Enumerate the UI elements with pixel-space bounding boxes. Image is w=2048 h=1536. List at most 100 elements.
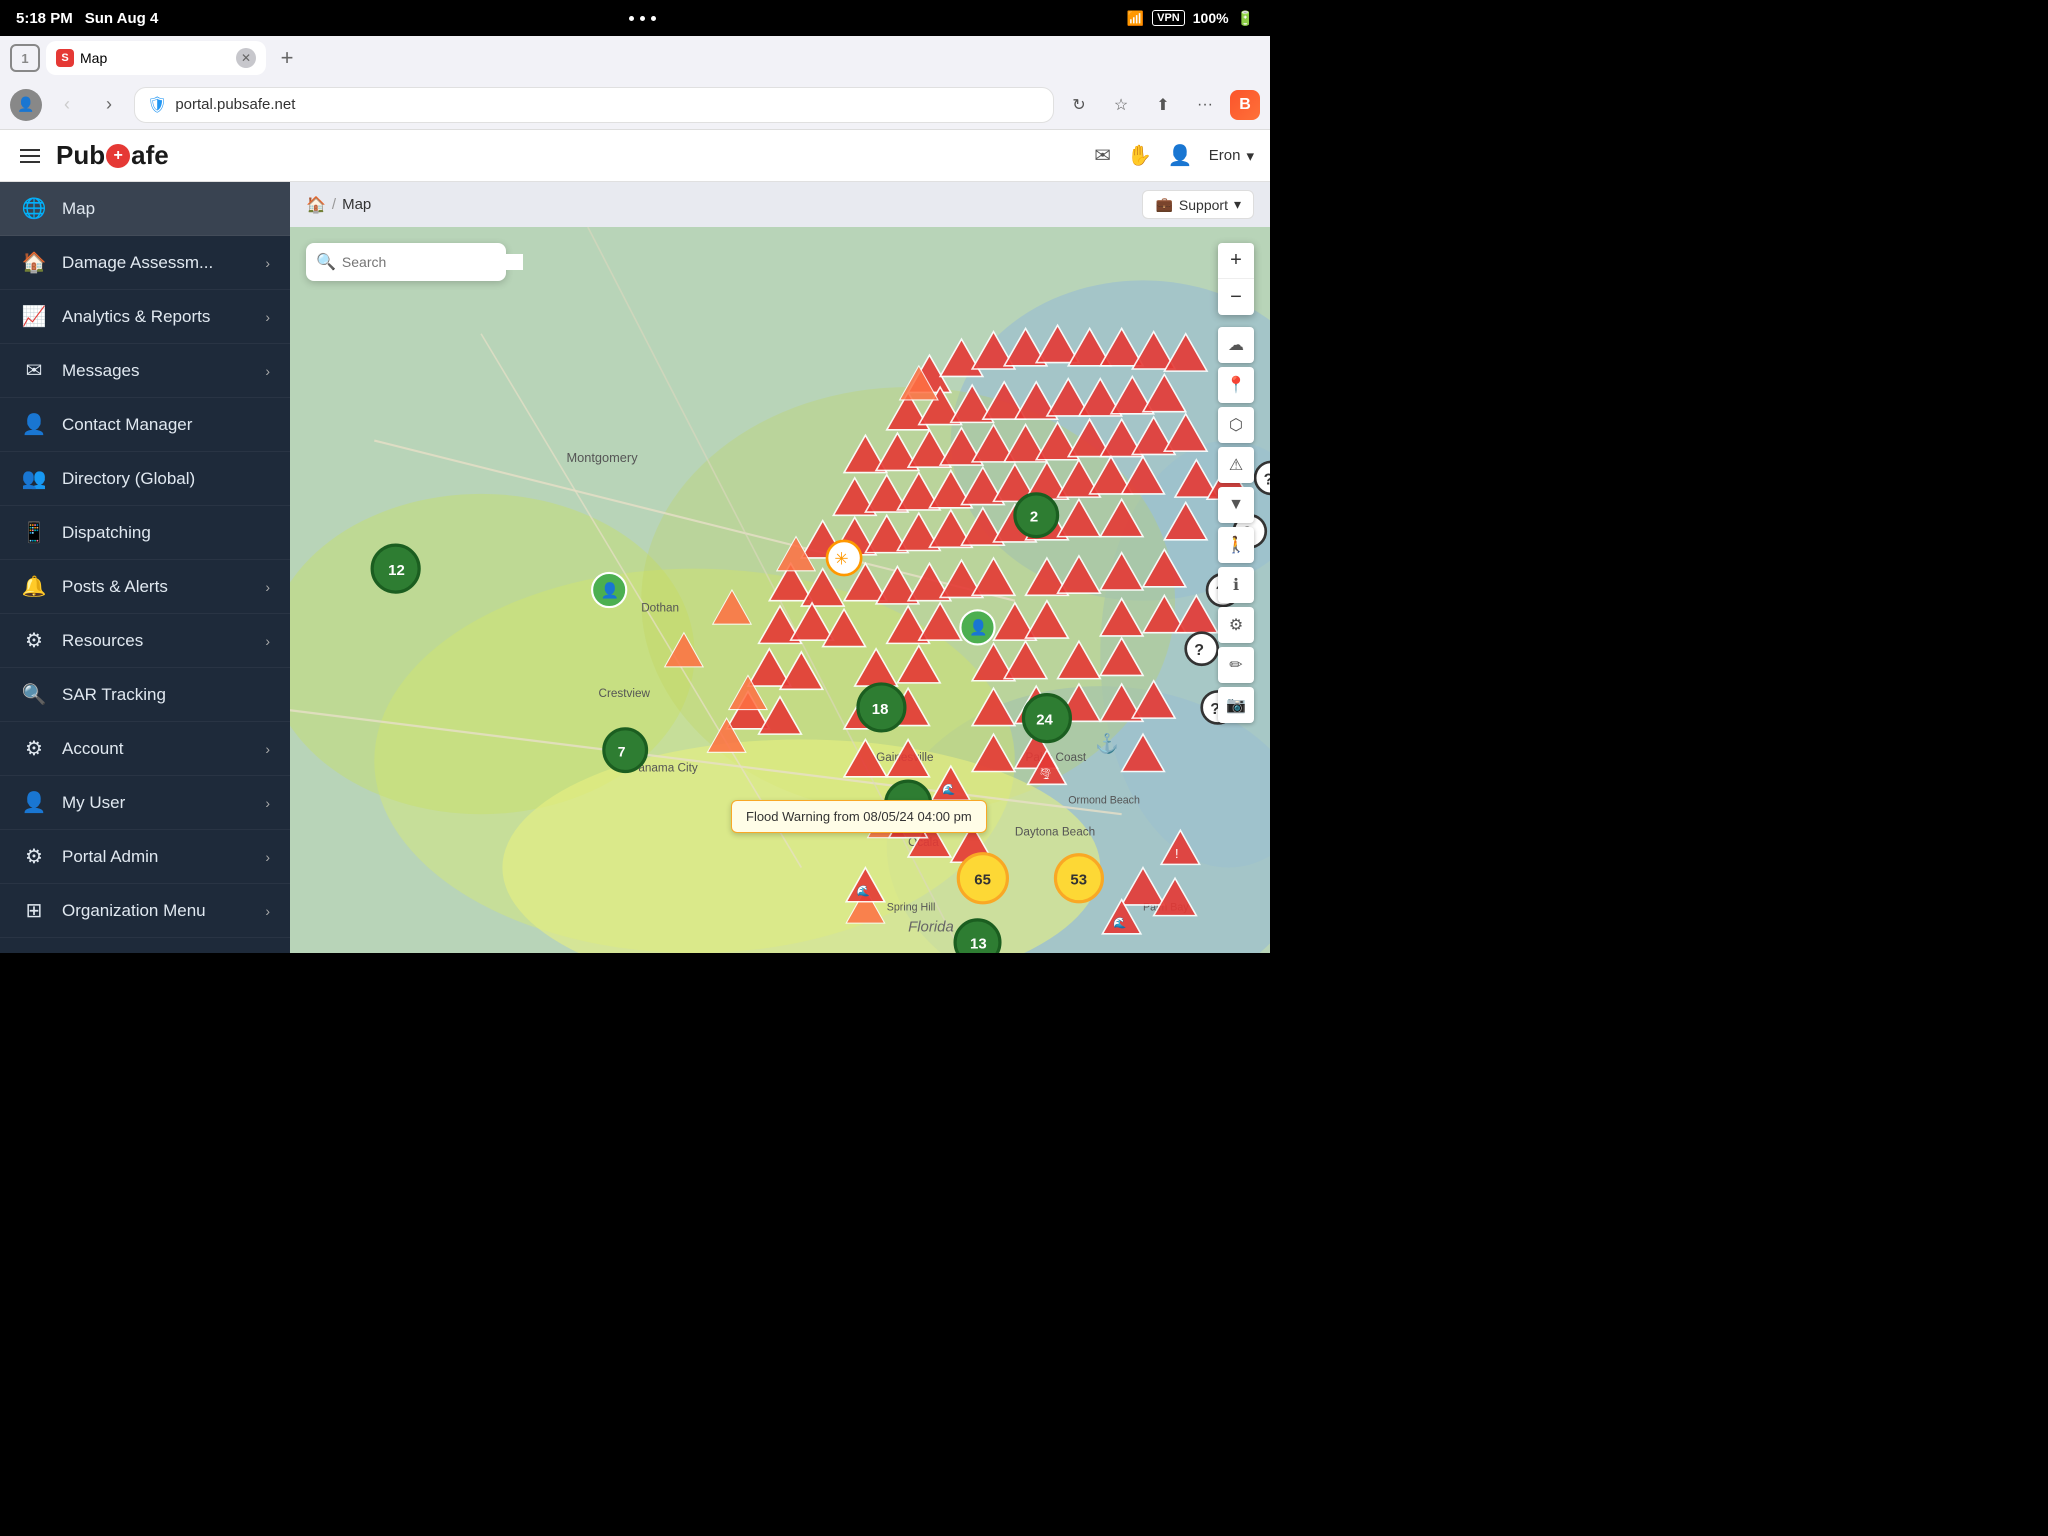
tool-button[interactable]: ✏ xyxy=(1218,647,1254,683)
arrow-icon-my-user: › xyxy=(265,795,270,811)
person-pin-button[interactable]: 📍 xyxy=(1218,367,1254,403)
settings-map-button[interactable]: ⚙ xyxy=(1218,607,1254,643)
map-wrapper[interactable]: Montgomery Dothan Crestview Panama City … xyxy=(290,227,1270,953)
app-header: Pub + afe ✉ ✋ 👤 Eron ▾ xyxy=(0,130,1270,182)
filter-button[interactable]: ▼ xyxy=(1218,487,1254,523)
sidebar-label-sar: SAR Tracking xyxy=(62,685,270,705)
map-search-input[interactable] xyxy=(342,254,523,270)
sidebar-item-analytics-reports[interactable]: 📈 Analytics & Reports › xyxy=(0,290,290,344)
sidebar-label-contact: Contact Manager xyxy=(62,415,270,435)
sidebar-item-account[interactable]: ⚙ Account › xyxy=(0,722,290,776)
sidebar-item-damage-assessment[interactable]: 🏠 Damage Assessm... › xyxy=(0,236,290,290)
info-button[interactable]: ℹ xyxy=(1218,567,1254,603)
user-menu[interactable]: Eron ▾ xyxy=(1209,147,1254,165)
user-icon[interactable]: 👤 xyxy=(1168,143,1193,168)
more-button[interactable]: ··· xyxy=(1188,88,1222,122)
sidebar-item-sar-tracking[interactable]: 🔍 SAR Tracking xyxy=(0,668,290,722)
breadcrumb-left: 🏠 / Map xyxy=(306,195,371,215)
support-dropdown-arrow: ▾ xyxy=(1234,196,1241,213)
hamburger-menu[interactable] xyxy=(16,145,44,167)
mail-icon[interactable]: ✉ xyxy=(1094,143,1111,168)
sidebar-label-portal-admin: Portal Admin xyxy=(62,847,251,867)
add-tab-button[interactable]: + xyxy=(272,43,302,73)
chart-icon: 📈 xyxy=(20,304,48,329)
vpn-badge: VPN xyxy=(1152,10,1185,26)
polygon-button[interactable]: ⬡ xyxy=(1218,407,1254,443)
sidebar-label-analytics: Analytics & Reports xyxy=(62,307,251,327)
svg-text:2: 2 xyxy=(1030,509,1038,526)
map-background: Montgomery Dothan Crestview Panama City … xyxy=(290,227,1270,953)
sidebar-label-map: Map xyxy=(62,199,270,219)
user-dropdown-arrow: ▾ xyxy=(1246,147,1254,165)
svg-text:Florida: Florida xyxy=(908,919,954,936)
svg-text:Daytona Beach: Daytona Beach xyxy=(1015,826,1095,839)
my-user-icon: 👤 xyxy=(20,790,48,815)
svg-text:18: 18 xyxy=(872,701,889,718)
contact-icon: 👤 xyxy=(20,412,48,437)
hand-icon[interactable]: ✋ xyxy=(1127,143,1152,168)
warning-layer-button[interactable]: ⚠ xyxy=(1218,447,1254,483)
user-avatar[interactable]: 👤 xyxy=(10,89,42,121)
map-search-icon: 🔍 xyxy=(316,252,336,272)
sidebar-item-directory-global[interactable]: 👥 Directory (Global) xyxy=(0,452,290,506)
support-button[interactable]: 💼 Support ▾ xyxy=(1142,190,1254,219)
battery-status: 100% xyxy=(1193,10,1229,26)
tab-close-button[interactable]: ✕ xyxy=(236,48,256,68)
sidebar-item-portal-admin[interactable]: ⚙ Portal Admin › xyxy=(0,830,290,884)
bookmark-button[interactable]: ☆ xyxy=(1104,88,1138,122)
battery-icon: 🔋 xyxy=(1237,10,1254,27)
sidebar-item-messages[interactable]: ✉ Messages › xyxy=(0,344,290,398)
reload-button[interactable]: ↻ xyxy=(1062,88,1096,122)
portal-admin-icon: ⚙ xyxy=(20,844,48,869)
sidebar-item-dispatching[interactable]: 📱 Dispatching xyxy=(0,506,290,560)
map-search-box[interactable]: 🔍 xyxy=(306,243,506,281)
sidebar-item-posts-alerts[interactable]: 🔔 Posts & Alerts › xyxy=(0,560,290,614)
arrow-icon-damage: › xyxy=(265,255,270,271)
person-walking-button[interactable]: 🚶 xyxy=(1218,527,1254,563)
brave-icon[interactable]: B xyxy=(1230,90,1260,120)
back-button[interactable]: ‹ xyxy=(50,88,84,122)
svg-text:👤: 👤 xyxy=(969,619,988,637)
sidebar-item-my-user[interactable]: 👤 My User › xyxy=(0,776,290,830)
svg-text:7: 7 xyxy=(618,744,626,760)
group-icon: 👥 xyxy=(20,466,48,491)
camera-button[interactable]: 📷 xyxy=(1218,687,1254,723)
svg-text:🌊: 🌊 xyxy=(857,884,870,897)
arrow-icon-posts: › xyxy=(265,579,270,595)
svg-text:!: ! xyxy=(1175,846,1179,861)
arrow-icon-resources: › xyxy=(265,633,270,649)
map-icon: 🌐 xyxy=(20,196,48,221)
forward-button[interactable]: › xyxy=(92,88,126,122)
cloud-layer-button[interactable]: ☁ xyxy=(1218,327,1254,363)
arrow-icon-portal-admin: › xyxy=(265,849,270,865)
sidebar-item-map[interactable]: 🌐 Map xyxy=(0,182,290,236)
share-button[interactable]: ⬆ xyxy=(1146,88,1180,122)
sidebar-item-contact-manager[interactable]: 👤 Contact Manager xyxy=(0,398,290,452)
svg-text:13: 13 xyxy=(970,936,987,953)
svg-text:12: 12 xyxy=(388,562,405,579)
tab-switcher[interactable]: 1 xyxy=(10,44,40,72)
sidebar-item-resources[interactable]: ⚙ Resources › xyxy=(0,614,290,668)
url-bar-row: 👤 ‹ › 🛡 portal.pubsafe.net ↻ ☆ ⬆ ··· B xyxy=(0,80,1270,130)
url-field[interactable]: 🛡 portal.pubsafe.net xyxy=(134,87,1054,123)
breadcrumb-home-icon[interactable]: 🏠 xyxy=(306,195,326,215)
arrow-icon-org-menu: › xyxy=(265,903,270,919)
zoom-in-button[interactable]: + xyxy=(1218,243,1254,279)
pubsafe-logo: Pub + afe xyxy=(56,140,169,171)
tab-title: Map xyxy=(80,50,107,66)
status-date: Sun Aug 4 xyxy=(85,10,159,27)
support-label: Support xyxy=(1179,197,1228,213)
sidebar-label-directory: Directory (Global) xyxy=(62,469,270,489)
dot2 xyxy=(640,16,645,21)
arrow-icon-messages: › xyxy=(265,363,270,379)
svg-text:Crestview: Crestview xyxy=(599,687,651,700)
envelope-icon: ✉ xyxy=(20,358,48,383)
sidebar-label-my-user: My User xyxy=(62,793,251,813)
sidebar-item-organization-menu[interactable]: ⊞ Organization Menu › xyxy=(0,884,290,938)
browser-tab-map[interactable]: S Map ✕ xyxy=(46,41,266,75)
zoom-out-button[interactable]: − xyxy=(1218,279,1254,315)
url-text: portal.pubsafe.net xyxy=(175,96,295,113)
map-area: 🏠 / Map 💼 Support ▾ xyxy=(290,182,1270,953)
svg-text:Montgomery: Montgomery xyxy=(566,450,638,465)
user-name: Eron xyxy=(1209,147,1241,164)
